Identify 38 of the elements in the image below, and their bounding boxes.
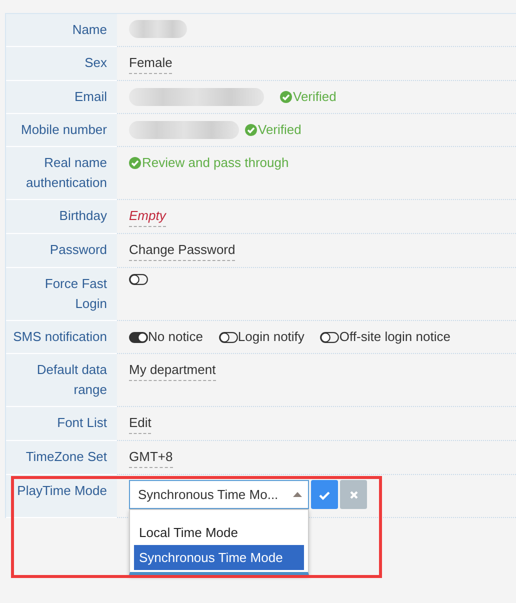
toggle-label: Login notify [238, 328, 304, 346]
toggle-switch[interactable] [129, 332, 148, 342]
dropdown-option[interactable]: Local Time Mode [134, 520, 304, 545]
select-field[interactable]: Synchronous Time Mo... [129, 480, 309, 509]
editable-value[interactable]: Edit [129, 413, 152, 434]
field-label: PlayTime Mode [6, 475, 117, 518]
editable-value[interactable]: GMT+8 [129, 447, 173, 468]
editable-value[interactable]: Change Password [129, 240, 236, 261]
check-circle-icon [245, 124, 257, 136]
toggle-switch[interactable] [129, 274, 148, 285]
field-label: Password [6, 234, 117, 268]
field-label: Email [6, 81, 117, 114]
editable-value[interactable]: My department [129, 360, 216, 381]
check-circle-icon [129, 157, 141, 169]
field-label: Font List [6, 407, 117, 441]
check-circle-icon [280, 91, 292, 103]
toggle-switch[interactable] [218, 332, 238, 342]
verified-label: Verified [293, 88, 336, 106]
verified-label: Review and pass through [142, 154, 289, 172]
toggle-label: Off-site login notice [339, 328, 450, 346]
toggle-switch[interactable] [320, 332, 340, 342]
field-label: Sex [6, 47, 117, 81]
redacted-value [129, 20, 187, 38]
field-label: TimeZone Set [6, 441, 117, 475]
field-label: SMS notification [6, 321, 117, 354]
close-icon [350, 490, 358, 498]
editable-value[interactable]: Empty [129, 206, 166, 227]
field-label: Birthday [6, 200, 117, 234]
field-label: Real name authentication [6, 147, 117, 200]
field-label: Mobile number [6, 114, 117, 147]
field-label: Name [6, 14, 117, 47]
field-label: Default data range [6, 354, 117, 407]
toggle-label: No notice [148, 328, 203, 346]
confirm-button[interactable] [311, 480, 338, 509]
verified-label: Verified [258, 121, 302, 139]
dropdown-option[interactable]: Synchronous Time Mode [134, 545, 304, 570]
editable-value[interactable]: Female [129, 53, 172, 74]
field-label: Force Fast Login [6, 268, 117, 321]
